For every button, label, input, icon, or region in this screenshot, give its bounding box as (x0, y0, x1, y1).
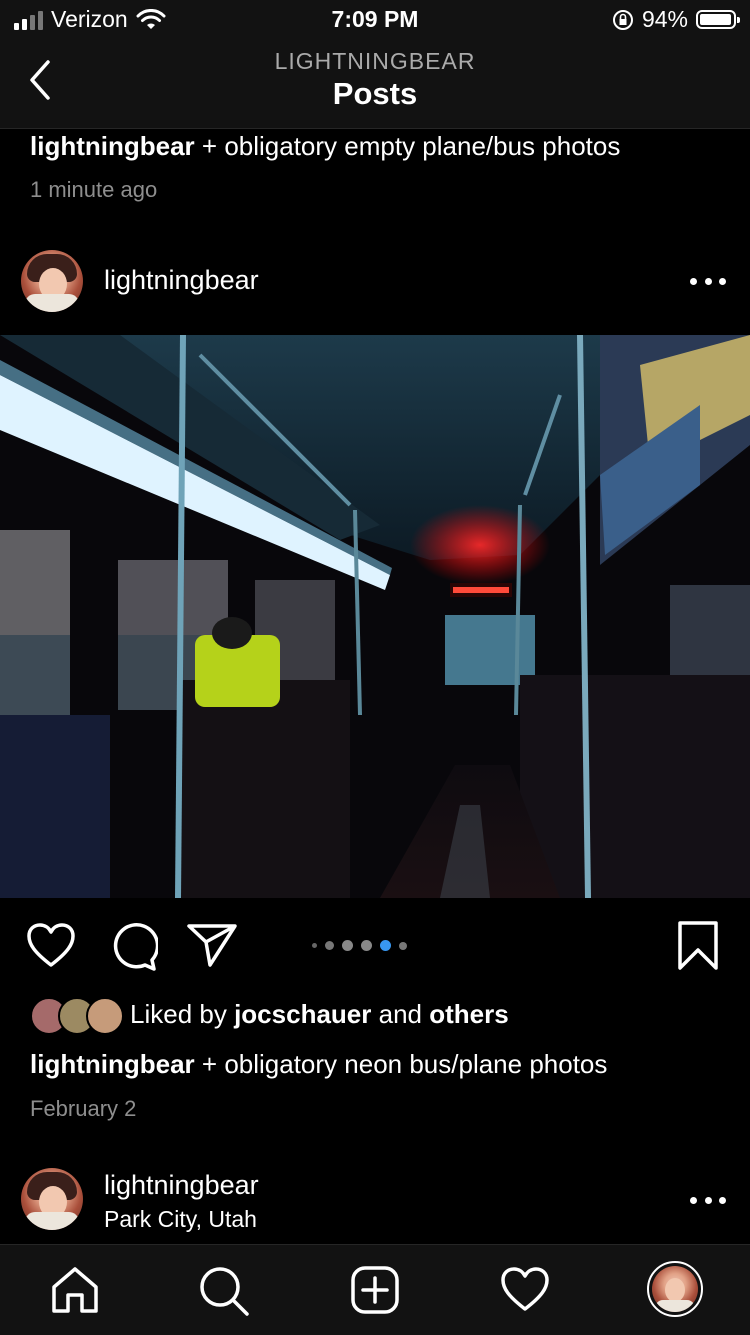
header-username: LIGHTNINGBEAR (274, 48, 476, 74)
nav-header: LIGHTNINGBEAR Posts (0, 40, 750, 129)
comment-icon[interactable] (108, 922, 158, 972)
activity-heart-icon[interactable] (500, 1267, 550, 1313)
tab-bar (0, 1244, 750, 1335)
post-caption: lightningbear + obligatory neon bus/plan… (30, 1048, 730, 1080)
post-avatar[interactable] (21, 250, 83, 312)
likes-others[interactable]: others (429, 999, 508, 1029)
previous-post-caption: lightningbear + obligatory empty plane/b… (30, 130, 730, 162)
likes-line: Liked by jocschauer and others (130, 998, 509, 1030)
next-post-avatar[interactable] (21, 1168, 83, 1230)
bus-interior-photo (0, 335, 750, 898)
more-horizontal-icon[interactable] (690, 276, 726, 286)
likes-connector: and (378, 999, 422, 1029)
profile-avatar[interactable] (647, 1261, 703, 1317)
page-title: Posts (332, 76, 418, 111)
battery-percent: 94% (641, 6, 688, 32)
new-post-icon[interactable] (350, 1265, 400, 1315)
status-bar: Verizon 7:09 PM 94% (0, 0, 750, 40)
orientation-lock-icon (612, 9, 633, 30)
caption-text: + obligatory empty plane/bus photos (201, 131, 621, 161)
like-heart-icon[interactable] (26, 922, 76, 970)
more-horizontal-icon[interactable] (690, 1195, 726, 1205)
caption-username[interactable]: lightningbear (30, 1049, 195, 1079)
next-post-username[interactable]: lightningbear (104, 1170, 259, 1201)
save-bookmark-icon[interactable] (676, 920, 720, 972)
next-post-location[interactable]: Park City, Utah (104, 1206, 257, 1233)
post-photo[interactable] (0, 335, 750, 898)
carousel-indicator (312, 940, 407, 951)
share-send-icon[interactable] (186, 922, 238, 968)
caption-text: + obligatory neon bus/plane photos (201, 1049, 608, 1079)
battery-group: 94% (612, 6, 740, 33)
likes-prefix: Liked by (130, 999, 227, 1029)
post-username[interactable]: lightningbear (104, 265, 259, 296)
home-icon[interactable] (50, 1265, 100, 1315)
battery-icon (696, 10, 740, 29)
liked-by-username[interactable]: jocschauer (234, 999, 371, 1029)
caption-username[interactable]: lightningbear (30, 131, 195, 161)
liker-avatars[interactable] (30, 997, 124, 1035)
post-date: February 2 (30, 1096, 137, 1121)
search-icon[interactable] (198, 1265, 250, 1317)
previous-post-timestamp: 1 minute ago (30, 177, 158, 202)
